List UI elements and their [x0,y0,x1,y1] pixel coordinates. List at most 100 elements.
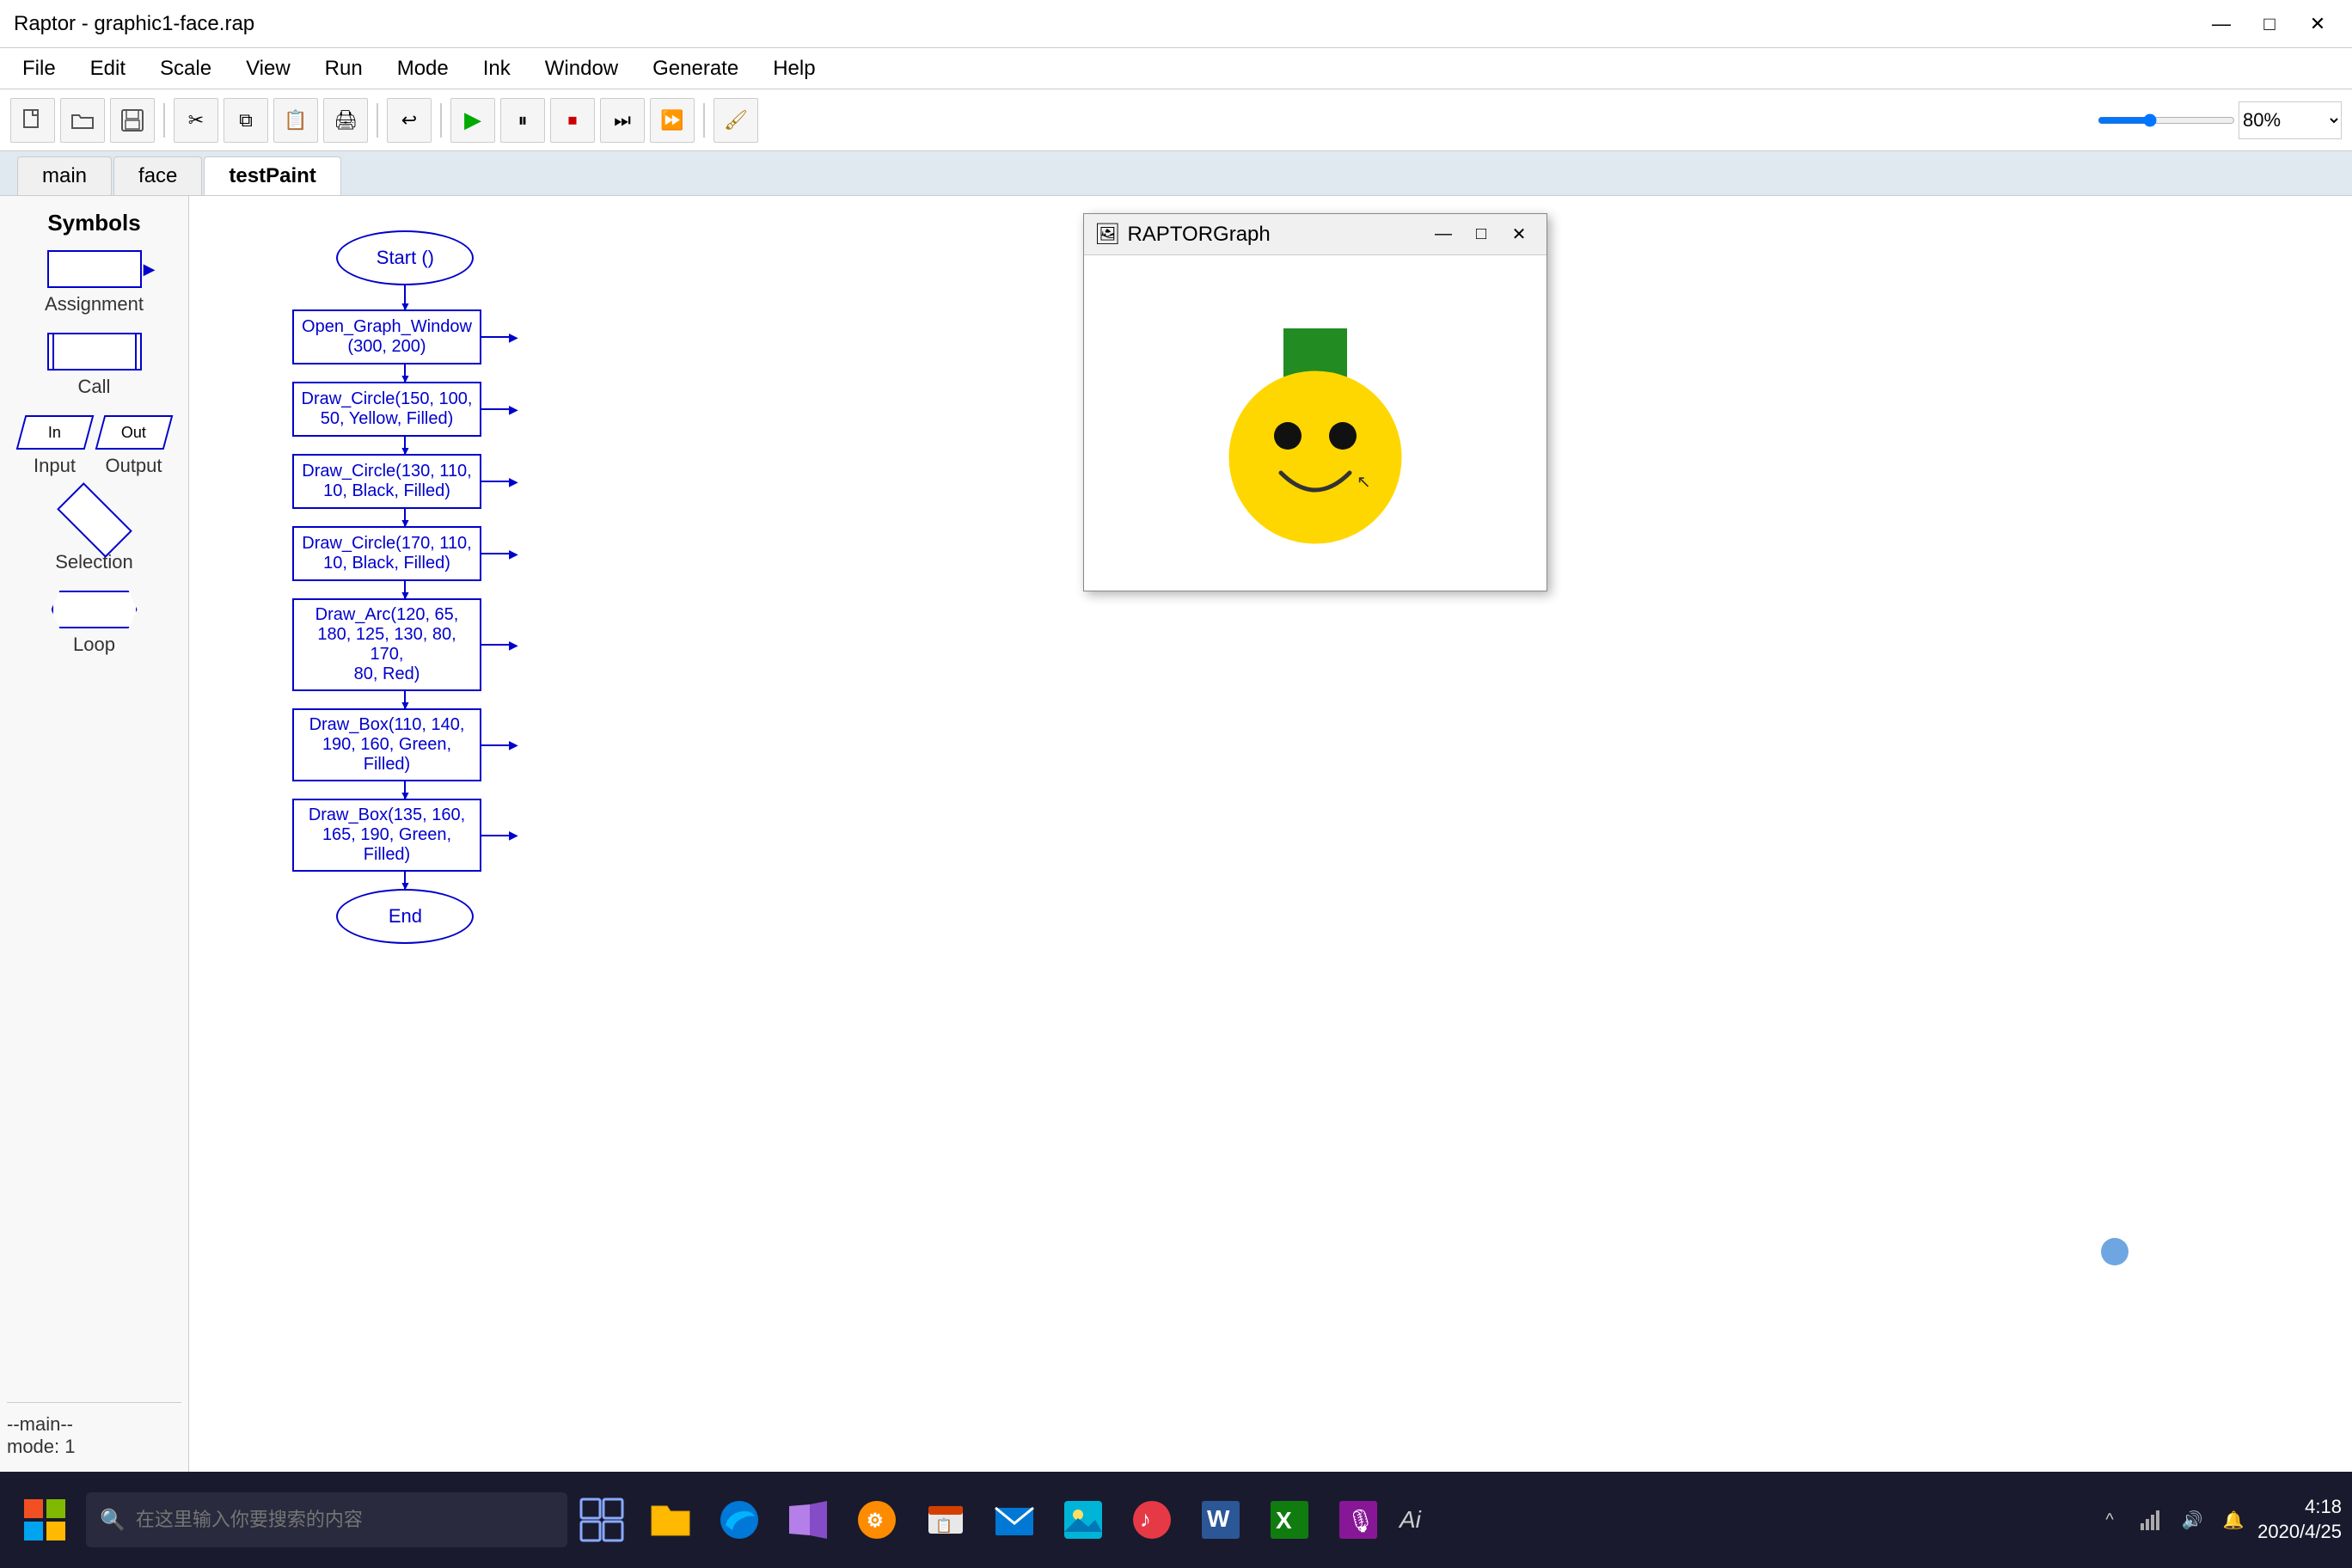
menu-run[interactable]: Run [309,52,378,86]
network-icon[interactable] [2134,1503,2168,1537]
fc-box-4: Draw_Arc(120, 65,180, 125, 130, 80, 170,… [292,598,481,691]
step2-button[interactable]: ⏩ [650,98,695,143]
highlight-button[interactable]: 🖌 [714,98,758,143]
search-icon: 🔍 [100,1508,126,1533]
run-button[interactable]: ▶ [450,98,495,143]
sidebar-item-io[interactable]: In Input Out Output [7,415,181,477]
smiley-face-svg: ↖ [1195,277,1436,569]
toolbar-sep4 [703,103,705,138]
sidebar-item-selection[interactable]: Selection [7,494,181,573]
status-line2: mode: 1 [7,1436,181,1458]
notification-icon[interactable]: 🔔 [2216,1503,2251,1537]
fc-node-1: Draw_Circle(150, 100,50, Yellow, Filled)… [292,382,518,437]
window-title: Raptor - graphic1-face.rap [14,12,254,36]
app-5[interactable]: ♪ [1118,1485,1186,1554]
pause-button[interactable]: ⏸ [500,98,545,143]
taskview-button[interactable] [567,1485,636,1554]
raptor-graph-controls: — □ ✕ [1426,221,1536,248]
app-7[interactable]: 🎙 [1324,1485,1393,1554]
zoom-select[interactable]: 80% 100% 125% 150% [2239,101,2342,139]
zoom-slider[interactable] [2098,113,2235,127]
paste-button[interactable]: 📋 [273,98,318,143]
fc-box-2: Draw_Circle(130, 110,10, Black, Filled) [292,454,481,509]
fc-start: Start () [336,230,474,285]
close-button[interactable]: ✕ [2297,9,2338,40]
fc-end: End [336,889,474,944]
open-button[interactable] [60,98,105,143]
sidebar-item-assignment[interactable]: Assignment [7,250,181,315]
clock-date: 2020/4/25 [2257,1520,2342,1545]
taskbar-search[interactable]: 🔍 [86,1492,567,1547]
raptor-graph-content: ↖ [1084,255,1547,591]
taskbar: 🔍 ⚙ [0,1472,2352,1568]
tab-testpaint[interactable]: testPaint [204,156,340,195]
flowchart: Start () ▼ Open_Graph_Window(300, 200) ▶… [292,230,518,944]
raptor-graph-window[interactable]: 🖼 RAPTORGraph — □ ✕ [1083,213,1547,591]
raptor-graph-titlebar: 🖼 RAPTORGraph — □ ✕ [1084,214,1547,255]
menu-generate[interactable]: Generate [637,52,754,86]
maximize-button[interactable]: □ [2249,9,2290,40]
app-4[interactable]: 📋 [911,1485,980,1554]
app-mail[interactable] [980,1485,1049,1554]
menu-help[interactable]: Help [757,52,830,86]
app-photos[interactable] [1049,1485,1118,1554]
canvas-area[interactable]: Start () ▼ Open_Graph_Window(300, 200) ▶… [189,196,2352,1472]
window-controls: — □ ✕ [2201,9,2338,40]
fc-box-0: Open_Graph_Window(300, 200) [292,309,481,364]
cut-button[interactable]: ✂ [174,98,218,143]
menu-mode[interactable]: Mode [382,52,464,86]
start-button[interactable] [10,1489,79,1551]
copy-button[interactable]: ⧉ [224,98,268,143]
toolbar-sep1 [163,103,165,138]
rg-maximize[interactable]: □ [1464,221,1498,248]
undo-button[interactable]: ↩ [387,98,432,143]
output-label: Output [105,455,162,477]
minimize-button[interactable]: — [2201,9,2242,40]
app-explorer[interactable] [636,1485,705,1554]
sidebar-title: Symbols [7,210,181,236]
app-vs[interactable] [774,1485,842,1554]
svg-text:X: X [1276,1507,1292,1534]
toolbar: ✂ ⧉ 📋 🖨 ↩ ▶ ⏸ ⏹ ⏭ ⏩ 🖌 80% 100% 125% 150% [0,89,2352,151]
fc-box-1: Draw_Circle(150, 100,50, Yellow, Filled) [292,382,481,437]
fc-node-4: Draw_Arc(120, 65,180, 125, 130, 80, 170,… [292,598,518,691]
selection-symbol [57,482,132,558]
rg-close[interactable]: ✕ [1502,221,1536,248]
volume-icon[interactable]: 🔊 [2175,1503,2209,1537]
taskbar-clock[interactable]: 4:18 2020/4/25 [2257,1495,2342,1544]
sidebar-item-call[interactable]: Call [7,333,181,398]
input-label: Input [34,455,76,477]
fc-node-0: Open_Graph_Window(300, 200) ▶ [292,309,518,364]
menu-scale[interactable]: Scale [144,52,227,86]
sidebar-item-loop[interactable]: Loop [7,591,181,656]
stop-button[interactable]: ⏹ [550,98,595,143]
fc-box-3: Draw_Circle(170, 110,10, Black, Filled) [292,526,481,581]
call-symbol [47,333,142,371]
fc-node-2: Draw_Circle(130, 110,10, Black, Filled) … [292,454,518,509]
svg-text:🎙: 🎙 [1346,1508,1375,1534]
app-6[interactable]: X [1255,1485,1324,1554]
new-button[interactable] [10,98,55,143]
fc-node-3: Draw_Circle(170, 110,10, Black, Filled) … [292,526,518,581]
loop-symbol [52,591,138,628]
menu-window[interactable]: Window [530,52,634,86]
tab-face[interactable]: face [113,156,202,195]
sidebar-status: --main-- mode: 1 [7,1402,181,1458]
io-symbols: In Input Out Output [21,415,168,477]
zoom-control: 80% 100% 125% 150% [2098,101,2342,139]
menu-ink[interactable]: Ink [468,52,526,86]
print-button[interactable]: 🖨 [323,98,368,143]
step-button[interactable]: ⏭ [600,98,645,143]
app-edge[interactable] [705,1485,774,1554]
rg-minimize[interactable]: — [1426,221,1461,248]
show-hidden-icon[interactable]: ^ [2092,1503,2127,1537]
search-input[interactable] [136,1509,554,1531]
menu-view[interactable]: View [230,52,306,86]
svg-text:📋: 📋 [935,1517,952,1534]
menu-file[interactable]: File [7,52,71,86]
tab-main[interactable]: main [17,156,112,195]
app-3[interactable]: ⚙ [842,1485,911,1554]
app-word[interactable]: W [1186,1485,1255,1554]
menu-edit[interactable]: Edit [75,52,141,86]
save-button[interactable] [110,98,155,143]
